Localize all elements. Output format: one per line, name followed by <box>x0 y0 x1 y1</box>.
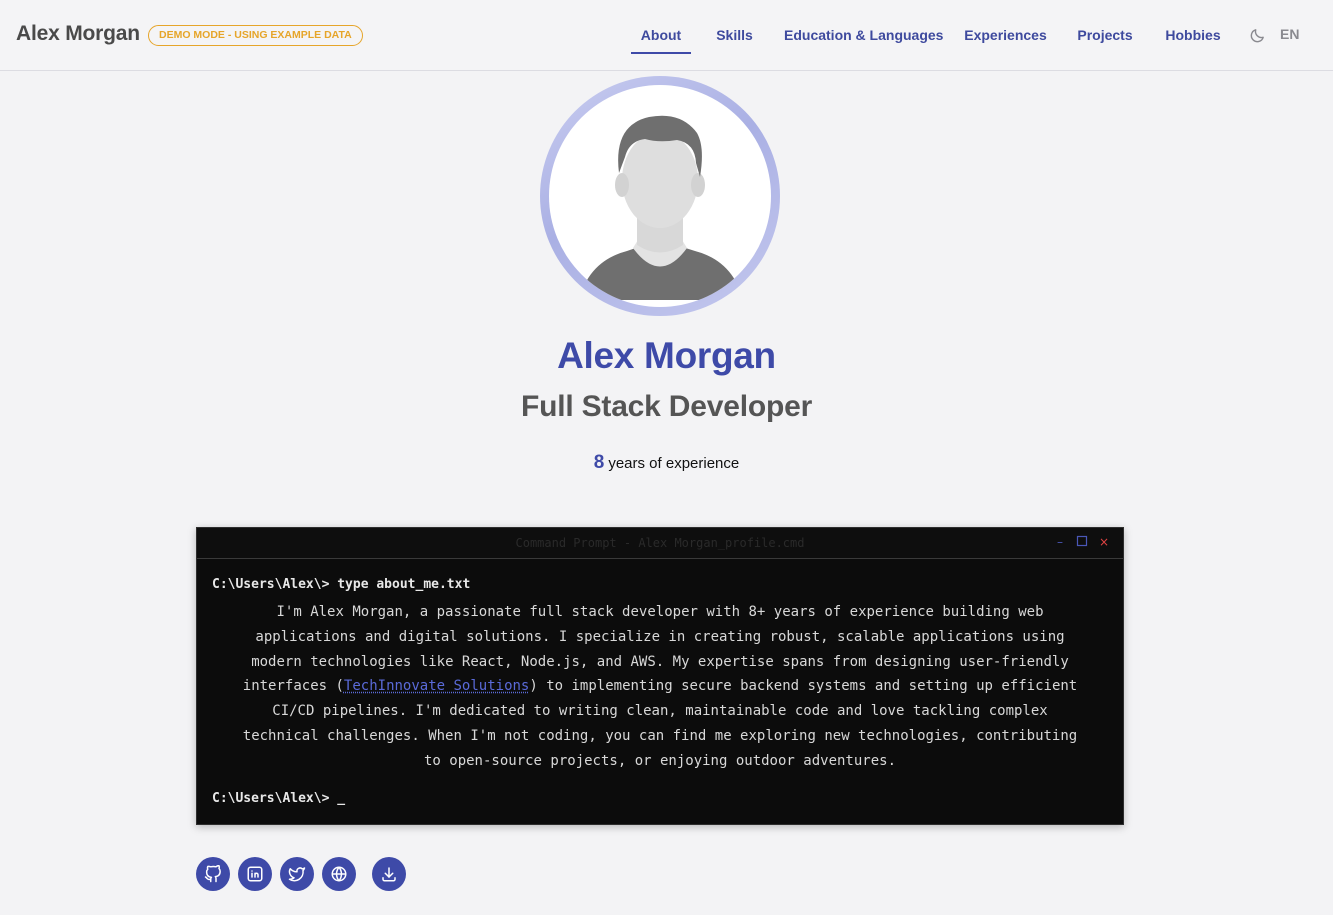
terminal-line-part: ) to implementing secure backend systems… <box>529 678 1078 695</box>
avatar-image <box>549 85 771 307</box>
language-selector[interactable]: EN <box>1280 26 1299 42</box>
nav-experiences[interactable]: Experiences <box>963 16 1048 54</box>
twitter-icon <box>288 867 306 882</box>
person-avatar-icon <box>579 115 743 300</box>
terminal-title: Command Prompt - Alex Morgan_profile.cmd <box>515 536 805 550</box>
years-of-experience: 8 years of experience <box>0 452 1333 474</box>
globe-icon <box>331 866 347 882</box>
demo-mode-badge: DEMO MODE - USING EXAMPLE DATA <box>148 25 363 46</box>
maximize-icon[interactable] <box>1076 535 1088 549</box>
profile-name: Alex Morgan <box>557 335 776 376</box>
years-label: years of experience <box>608 455 740 472</box>
profile-role: Full Stack Developer <box>520 390 813 423</box>
moon-icon[interactable] <box>1249 27 1266 44</box>
nav-projects[interactable]: Projects <box>1074 16 1136 54</box>
download-icon <box>382 867 396 882</box>
brand-name[interactable]: Alex Morgan <box>16 22 140 46</box>
terminal-line: modern technologies like React, Node.js,… <box>251 653 1069 670</box>
terminal-line-part: interfaces ( <box>242 678 344 695</box>
nav-hobbies[interactable]: Hobbies <box>1162 16 1224 54</box>
terminal-line: interfaces (TechInnovate Solutions) to i… <box>221 674 1099 699</box>
linkedin-button[interactable] <box>238 857 272 891</box>
nav-about[interactable]: About <box>631 16 691 54</box>
terminal-line: technical challenges. When I'm not codin… <box>242 727 1078 744</box>
linkedin-icon <box>247 866 263 882</box>
terminal-line: applications and digital solutions. I sp… <box>255 628 1065 645</box>
terminal-line: I'm Alex Morgan, a passionate full stack… <box>276 604 1044 620</box>
years-count: 8 <box>593 452 605 473</box>
twitter-button[interactable] <box>280 857 314 891</box>
website-button[interactable] <box>322 857 356 891</box>
terminal-titlebar: Command Prompt - Alex Morgan_profile.cmd… <box>197 528 1123 559</box>
nav-skills[interactable]: Skills <box>711 16 758 54</box>
terminal-line: to open-source projects, or enjoying out… <box>423 752 896 769</box>
terminal-window: Command Prompt - Alex Morgan_profile.cmd… <box>196 527 1124 825</box>
github-icon <box>204 865 221 883</box>
minimize-icon[interactable]: – <box>1054 535 1066 549</box>
top-navbar: Alex Morgan DEMO MODE - USING EXAMPLE DA… <box>0 0 1333 71</box>
terminal-command: C:\Users\Alex\> type about_me.txt <box>212 577 471 592</box>
avatar <box>540 76 780 316</box>
terminal-prompt[interactable]: C:\Users\Alex\> _ <box>212 791 345 806</box>
company-link[interactable]: TechInnovate Solutions <box>344 678 529 694</box>
terminal-line: CI/CD pipelines. I'm dedicated to writin… <box>272 703 1048 720</box>
nav-education-languages[interactable]: Education & Languages <box>784 16 943 54</box>
terminal-output: I'm Alex Morgan, a passionate full stack… <box>221 600 1099 774</box>
close-icon[interactable]: × <box>1098 535 1110 549</box>
github-button[interactable] <box>196 857 230 891</box>
download-cv-button[interactable] <box>372 857 406 891</box>
